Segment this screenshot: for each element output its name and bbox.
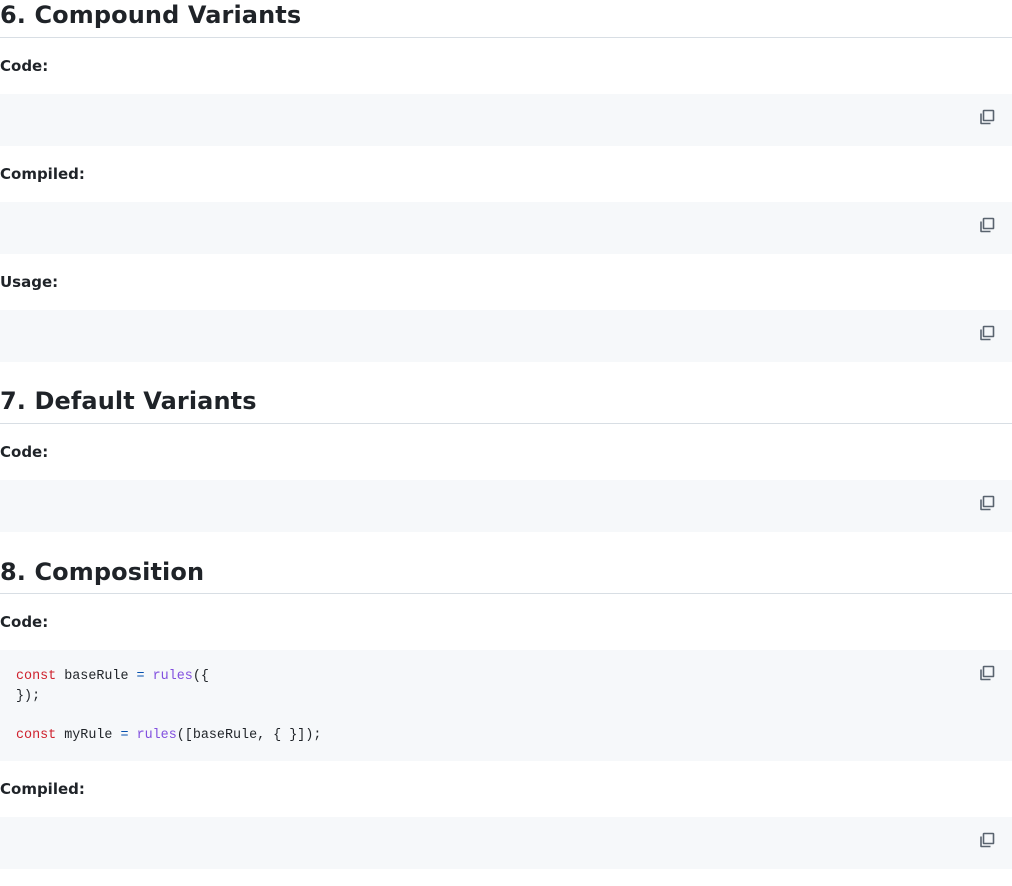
code-keyword: const <box>16 727 57 743</box>
code-keyword: const <box>16 669 57 684</box>
section-6-heading: 6. Compound Variants <box>0 1 302 29</box>
code-rest: ({ <box>192 669 209 684</box>
code-function: rules <box>144 669 193 684</box>
docs-page: 6. Compound Variants Code: Compiled: Usa… <box>0 0 1012 886</box>
copy-icon[interactable] <box>978 324 996 342</box>
section-8-compiled-block <box>0 817 1012 869</box>
copy-icon[interactable] <box>978 108 996 126</box>
section-6-divider <box>0 37 1012 38</box>
copy-icon[interactable] <box>978 494 996 512</box>
section-6-usage-block <box>0 310 1012 362</box>
copy-icon[interactable] <box>978 216 996 234</box>
code-line-2: }); <box>16 688 41 704</box>
code-identifier: baseRule <box>56 669 137 684</box>
code-operator: = <box>120 727 129 743</box>
code-operator: = <box>136 669 145 684</box>
section-7-heading: 7. Default Variants <box>0 387 257 415</box>
code-line-1: const baseRule = rules({ <box>16 669 209 684</box>
section-7-code-block <box>0 480 1012 532</box>
section-6-code-block <box>0 94 1012 146</box>
code-identifier: myRule <box>56 727 121 743</box>
code-line-3: const myRule = rules([baseRule, { }]); <box>16 728 321 743</box>
section-7-code-label: Code: <box>0 443 49 461</box>
section-6-compiled-block <box>0 202 1012 254</box>
section-7-divider <box>0 423 1012 424</box>
section-6-compiled-label: Compiled: <box>0 165 85 183</box>
section-8-heading: 8. Composition <box>0 558 205 586</box>
section-6-usage-label: Usage: <box>0 273 59 291</box>
section-6-code-label: Code: <box>0 57 49 75</box>
copy-icon[interactable] <box>978 664 996 682</box>
section-8-code-label: Code: <box>0 613 49 631</box>
section-8-code-block: const baseRule = rules({ }); const myRul… <box>0 650 1012 761</box>
code-snippet: const baseRule = rules({ }); const myRul… <box>16 667 321 745</box>
section-8-divider <box>0 593 1012 594</box>
copy-icon[interactable] <box>978 831 996 849</box>
section-8-compiled-label: Compiled: <box>0 780 85 798</box>
code-function: rules <box>128 727 177 743</box>
code-rest: ([baseRule, { }]); <box>176 727 322 743</box>
